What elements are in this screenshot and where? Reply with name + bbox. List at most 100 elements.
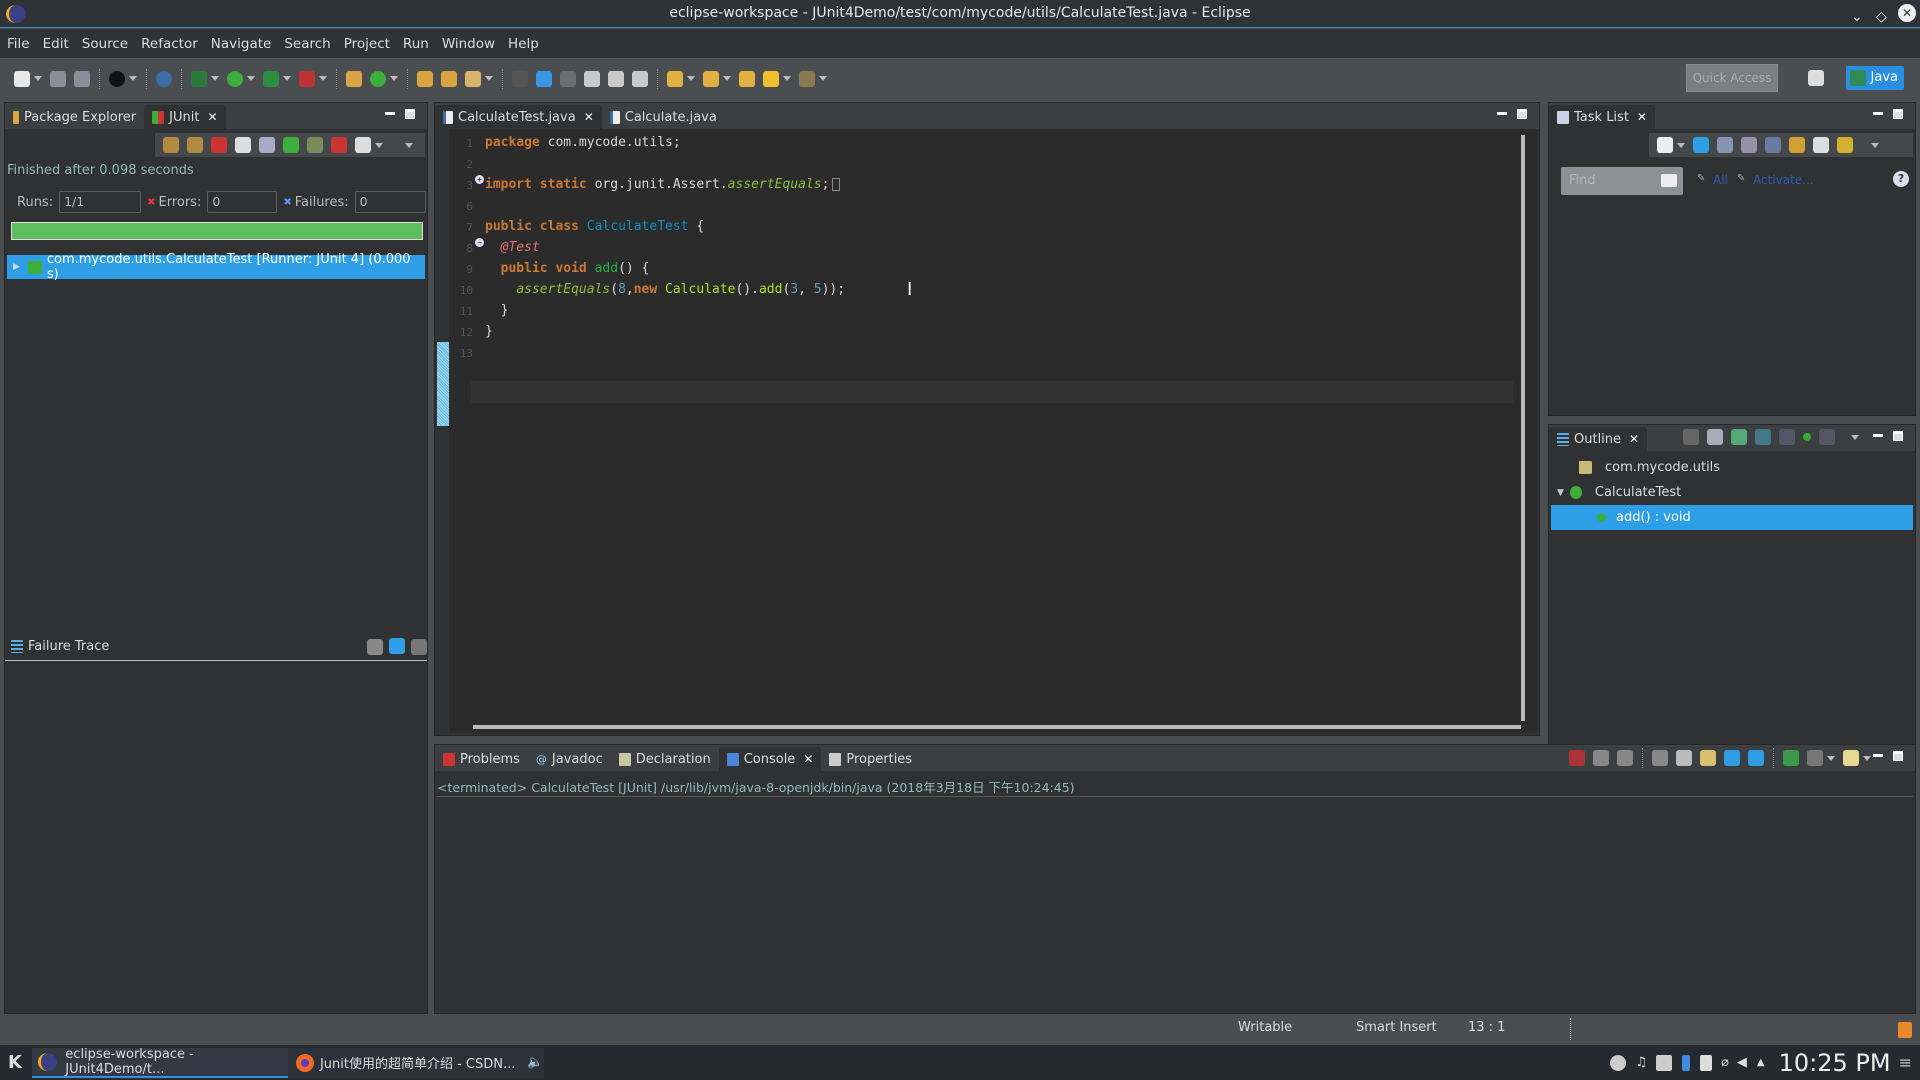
open-task-icon[interactable] bbox=[441, 70, 457, 87]
hide-fields-icon[interactable] bbox=[1731, 429, 1747, 445]
coverage-dropdown[interactable] bbox=[283, 76, 291, 81]
open-console-dropdown[interactable] bbox=[1863, 755, 1871, 761]
open-type-icon[interactable] bbox=[417, 70, 433, 87]
toggle-block-selection-icon[interactable] bbox=[560, 70, 576, 87]
debug-dropdown[interactable] bbox=[211, 76, 219, 81]
clock[interactable]: 10:25 PM bbox=[1779, 1049, 1891, 1077]
menu-project[interactable]: Project bbox=[344, 36, 390, 52]
view-menu-icon[interactable] bbox=[405, 142, 413, 148]
save-icon[interactable] bbox=[50, 70, 66, 87]
maximize-icon[interactable] bbox=[1893, 431, 1903, 441]
tab-properties[interactable]: Properties bbox=[821, 747, 920, 771]
external-tools-dropdown[interactable] bbox=[319, 76, 327, 81]
forward-dropdown[interactable] bbox=[819, 76, 827, 81]
menu-window[interactable]: Window bbox=[442, 36, 495, 52]
new-java-class-icon[interactable] bbox=[370, 70, 386, 87]
help-icon[interactable]: ? bbox=[1893, 171, 1909, 187]
console-output[interactable] bbox=[437, 799, 1913, 1009]
my-tasks-icon[interactable] bbox=[1789, 137, 1805, 153]
stop-icon[interactable] bbox=[331, 137, 347, 153]
new-dropdown[interactable] bbox=[34, 76, 42, 81]
minimize-icon[interactable] bbox=[1873, 112, 1883, 115]
rerun-test-icon[interactable] bbox=[283, 137, 299, 153]
new-icon[interactable] bbox=[14, 70, 30, 87]
menu-source[interactable]: Source bbox=[82, 36, 128, 52]
categorized-icon[interactable] bbox=[1693, 137, 1709, 153]
hide-non-public-icon[interactable] bbox=[1779, 429, 1795, 445]
scroll-lock-icon[interactable] bbox=[1676, 750, 1692, 766]
media-player-icon[interactable]: ♫ bbox=[1635, 1055, 1647, 1070]
remove-all-terminated-icon[interactable] bbox=[1617, 750, 1633, 766]
close-window-icon[interactable]: ✕ bbox=[1898, 4, 1916, 22]
taskbar-item-firefox[interactable]: Junit使用的超简单介绍 - CSDN... 🔈 bbox=[287, 1047, 544, 1078]
back-dropdown[interactable] bbox=[783, 76, 791, 81]
minimize-icon[interactable] bbox=[385, 112, 395, 115]
tab-task-list[interactable]: Task List ✕ bbox=[1549, 105, 1655, 129]
rerun-failed-first-icon[interactable] bbox=[307, 137, 323, 153]
tab-javadoc[interactable]: @ Javadoc bbox=[528, 747, 611, 771]
collapse-all-icon[interactable] bbox=[1683, 429, 1699, 445]
tab-console[interactable]: Console ✕ bbox=[718, 747, 822, 771]
close-tab-icon[interactable]: ✕ bbox=[1637, 110, 1647, 124]
menu-refactor[interactable]: Refactor bbox=[141, 36, 198, 52]
sort-icon[interactable] bbox=[1707, 429, 1723, 445]
clipboard-icon[interactable]: ⌀ bbox=[1721, 1055, 1729, 1070]
filter-stack-icon[interactable] bbox=[367, 639, 383, 655]
collapse-fold-icon[interactable]: − bbox=[475, 238, 484, 247]
expand-arrow-icon[interactable]: ▶ bbox=[13, 262, 20, 272]
maximize-icon[interactable] bbox=[1517, 109, 1527, 119]
display-console-dropdown[interactable] bbox=[1827, 755, 1835, 761]
minimize-window-icon[interactable]: ⌄ bbox=[1851, 4, 1863, 31]
view-menu-icon[interactable] bbox=[1851, 435, 1859, 440]
previous-annotation-icon[interactable] bbox=[703, 70, 719, 87]
menu-file[interactable]: File bbox=[7, 36, 30, 52]
maximize-icon[interactable] bbox=[405, 109, 415, 119]
find-input[interactable]: Find bbox=[1561, 167, 1683, 195]
new-java-package-icon[interactable] bbox=[346, 70, 362, 87]
java-perspective-button[interactable]: Java bbox=[1846, 66, 1904, 90]
forward-icon[interactable] bbox=[799, 70, 815, 87]
new-class-dropdown[interactable] bbox=[390, 76, 398, 81]
code-editor[interactable]: 1 package com.mycode.utils; 2 3 + import stat… bbox=[435, 129, 1537, 733]
tab-calculate-java[interactable]: Calculate.java bbox=[602, 105, 725, 129]
show-skipped-icon[interactable] bbox=[235, 137, 251, 153]
activate-link[interactable]: Activate... bbox=[1753, 173, 1814, 187]
minimize-icon[interactable] bbox=[1873, 754, 1883, 757]
maximize-icon[interactable] bbox=[1893, 109, 1903, 119]
outline-item-method[interactable]: add() : void bbox=[1551, 505, 1913, 530]
filter-completed-icon[interactable] bbox=[1765, 137, 1781, 153]
external-tools-icon[interactable] bbox=[299, 70, 315, 87]
updates-icon[interactable] bbox=[1610, 1054, 1627, 1071]
hide-local-types-icon[interactable] bbox=[1803, 433, 1811, 441]
skip-breakpoints-icon[interactable] bbox=[156, 70, 172, 87]
compare-result-icon[interactable] bbox=[389, 638, 405, 654]
word-wrap-icon[interactable] bbox=[584, 70, 600, 87]
tab-junit[interactable]: JUnit ✕ bbox=[144, 105, 226, 129]
tab-problems[interactable]: Problems bbox=[435, 747, 528, 771]
previous-annotation-dropdown[interactable] bbox=[723, 76, 731, 81]
show-source-icon[interactable] bbox=[608, 70, 624, 87]
tab-package-explorer[interactable]: Package Explorer bbox=[5, 105, 144, 129]
outline-item-package[interactable]: com.mycode.utils bbox=[1549, 455, 1915, 480]
folded-imports-box[interactable] bbox=[832, 178, 841, 191]
close-tab-icon[interactable]: ✕ bbox=[803, 752, 813, 766]
display-console-icon[interactable] bbox=[1807, 750, 1823, 766]
maximize-icon[interactable] bbox=[1893, 751, 1903, 761]
history-dropdown[interactable] bbox=[375, 142, 383, 148]
menu-navigate[interactable]: Navigate bbox=[211, 36, 272, 52]
outline-item-class[interactable]: ▼ CalculateTest bbox=[1549, 480, 1915, 505]
menu-search[interactable]: Search bbox=[284, 36, 330, 52]
horizontal-scrollbar[interactable] bbox=[473, 725, 1521, 729]
scheduled-icon[interactable] bbox=[1717, 137, 1733, 153]
next-annotation-icon[interactable] bbox=[667, 70, 683, 87]
toggle-breadcrumb-icon[interactable] bbox=[512, 70, 528, 87]
clear-icon[interactable] bbox=[1661, 174, 1677, 187]
test-run-history-icon[interactable] bbox=[355, 137, 371, 153]
show-hidden-icons[interactable]: ▲ bbox=[1757, 1057, 1765, 1068]
panel-menu-icon[interactable]: ≡ bbox=[1899, 1053, 1912, 1072]
show-on-stderr-icon[interactable] bbox=[1748, 750, 1764, 766]
clear-console-icon[interactable] bbox=[1652, 750, 1668, 766]
volume-icon[interactable]: ◀ bbox=[1737, 1055, 1747, 1070]
collapse-arrow-icon[interactable]: ▼ bbox=[1557, 488, 1564, 498]
remove-launch-icon[interactable] bbox=[1593, 750, 1609, 766]
